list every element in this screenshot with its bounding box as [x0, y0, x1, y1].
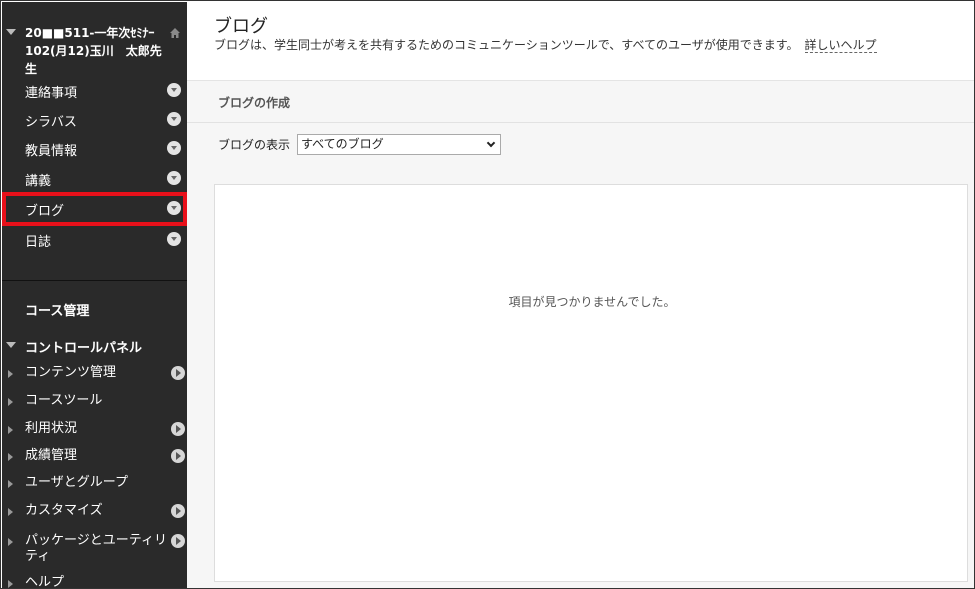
- cp-item-usage[interactable]: 利用状況: [2, 417, 187, 443]
- control-panel-title[interactable]: コントロールパネル: [25, 337, 142, 356]
- cp-item-help[interactable]: ヘルプ: [2, 571, 187, 589]
- sidebar-item-journal[interactable]: 日誌: [2, 224, 187, 254]
- arrow-right-icon[interactable]: [171, 534, 185, 548]
- page-title: ブログ: [214, 16, 268, 37]
- arrow-right-icon[interactable]: [171, 422, 185, 436]
- chevron-down-icon[interactable]: [167, 232, 181, 246]
- collapse-arrow-icon[interactable]: [6, 29, 16, 35]
- page-description-text: ブログは、学生同士が考えを共有するためのコミュニケーションツールで、すべてのユー…: [214, 38, 799, 52]
- expand-arrow-icon[interactable]: [8, 580, 13, 588]
- cp-item-label: ヘルプ: [25, 575, 65, 589]
- home-icon[interactable]: [169, 27, 181, 39]
- chevron-down-icon[interactable]: [167, 83, 181, 97]
- cp-item-grade-center[interactable]: 成績管理: [2, 444, 187, 470]
- expand-arrow-icon[interactable]: [8, 480, 13, 488]
- sidebar-item-syllabus[interactable]: シラバス: [2, 104, 187, 134]
- cp-item-label: パッケージとユーティリティ: [25, 533, 167, 564]
- action-bar: ブログの作成: [187, 81, 974, 123]
- arrow-right-icon[interactable]: [171, 449, 185, 463]
- window-frame: 20■■511-一年次ｾﾐﾅｰ102(月12)玉川 太郎先生 連絡事項 シラバス…: [0, 0, 975, 589]
- cp-item-label: カスタマイズ: [25, 503, 103, 518]
- create-blog-button[interactable]: ブログの作成: [218, 94, 290, 111]
- cp-item-users-groups[interactable]: ユーザとグループ: [2, 471, 187, 497]
- cp-item-label: 成績管理: [25, 448, 78, 463]
- cp-item-label: コースツール: [25, 393, 103, 408]
- course-header[interactable]: 20■■511-一年次ｾﾐﾅｰ102(月12)玉川 太郎先生: [2, 18, 187, 76]
- sidebar-item-label: 講義: [25, 174, 52, 189]
- arrow-right-icon[interactable]: [171, 366, 185, 380]
- more-help-link[interactable]: 詳しいヘルプ: [804, 38, 877, 53]
- chevron-down-icon[interactable]: [167, 112, 181, 126]
- expand-arrow-icon[interactable]: [8, 453, 13, 461]
- cp-item-label: 利用状況: [25, 421, 78, 436]
- chevron-down-icon: [486, 138, 496, 148]
- sidebar-divider: [2, 280, 187, 281]
- view-blog-select[interactable]: すべてのブログ: [297, 134, 501, 155]
- expand-arrow-icon[interactable]: [8, 538, 13, 546]
- content-area: ブログの作成 ブログの表示 すべてのブログ 項目が見つかりませんでした。: [187, 80, 974, 588]
- blog-list: 項目が見つかりませんでした。: [214, 184, 968, 582]
- sidebar-item-instructor-info[interactable]: 教員情報: [2, 133, 187, 163]
- empty-message: 項目が見つかりませんでした。: [508, 295, 676, 309]
- expand-arrow-icon[interactable]: [8, 426, 13, 434]
- cp-item-content-management[interactable]: コンテンツ管理: [2, 361, 187, 387]
- expand-arrow-icon[interactable]: [8, 508, 13, 516]
- collapse-arrow-icon[interactable]: [6, 342, 16, 348]
- main-content: ブログ ブログは、学生同士が考えを共有するためのコミュニケーションツールで、すべ…: [187, 2, 974, 588]
- sidebar-item-label: 教員情報: [25, 144, 78, 159]
- sidebar-item-label: 日誌: [25, 235, 52, 250]
- sidebar-item-label: シラバス: [25, 115, 77, 130]
- chevron-down-icon[interactable]: [167, 141, 181, 155]
- cp-item-packages-utilities[interactable]: パッケージとユーティリティ: [2, 529, 187, 565]
- course-title[interactable]: 20■■511-一年次ｾﾐﾅｰ102(月12)玉川 太郎先生: [25, 24, 170, 78]
- cp-item-course-tools[interactable]: コースツール: [2, 389, 187, 415]
- chevron-down-icon[interactable]: [167, 171, 181, 185]
- page-description: ブログは、学生同士が考えを共有するためのコミュニケーションツールで、すべてのユー…: [214, 36, 877, 53]
- course-sidebar: 20■■511-一年次ｾﾐﾅｰ102(月12)玉川 太郎先生 連絡事項 シラバス…: [2, 2, 187, 589]
- cp-item-label: コンテンツ管理: [25, 365, 117, 380]
- view-blog-label: ブログの表示: [218, 138, 291, 152]
- sidebar-item-lectures[interactable]: 講義: [2, 163, 187, 193]
- expand-arrow-icon[interactable]: [8, 398, 13, 406]
- expand-arrow-icon[interactable]: [8, 370, 13, 378]
- sidebar-item-announcements[interactable]: 連絡事項: [2, 75, 187, 105]
- cp-item-customize[interactable]: カスタマイズ: [2, 499, 187, 525]
- sidebar-item-label: 連絡事項: [25, 86, 78, 101]
- view-blog-selected: すべてのブログ: [301, 137, 384, 151]
- arrow-right-icon[interactable]: [171, 504, 185, 518]
- cp-item-label: ユーザとグループ: [25, 475, 128, 490]
- course-management-title: コース管理: [25, 304, 90, 319]
- highlight-box: [2, 192, 187, 226]
